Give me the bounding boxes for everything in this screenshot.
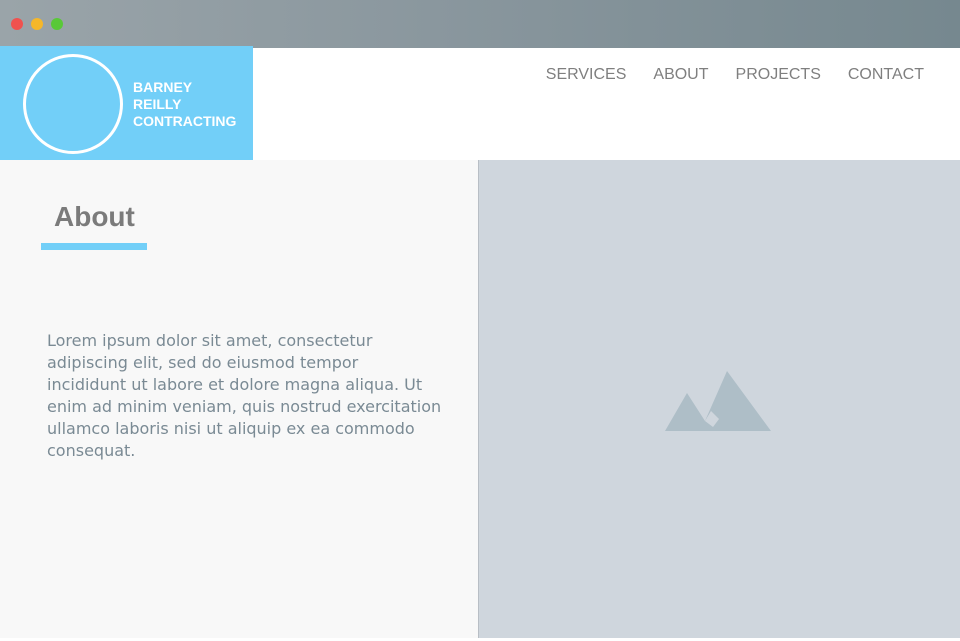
maximize-window-icon[interactable] bbox=[51, 18, 63, 30]
brand-logo[interactable]: BARNEY REILLY CONTRACTING bbox=[0, 46, 253, 162]
image-placeholder bbox=[479, 160, 960, 638]
brand-line-1: BARNEY bbox=[133, 79, 193, 95]
site-header: BARNEY REILLY CONTRACTING SERVICES ABOUT… bbox=[0, 46, 960, 162]
window-titlebar bbox=[0, 0, 960, 48]
brand-line-2: REILLY bbox=[133, 96, 182, 112]
nav-about-link[interactable]: ABOUT bbox=[653, 66, 708, 84]
main-navigation: SERVICES ABOUT PROJECTS CONTACT bbox=[546, 66, 924, 84]
about-body-text: Lorem ipsum dolor sit amet, consectetur … bbox=[47, 331, 442, 460]
browser-window: BARNEY REILLY CONTRACTING SERVICES ABOUT… bbox=[0, 0, 960, 641]
image-placeholder-icon bbox=[665, 371, 771, 431]
about-section: About Lorem ipsum dolor sit amet, consec… bbox=[0, 160, 479, 638]
nav-contact-link[interactable]: CONTACT bbox=[848, 66, 924, 84]
nav-services-link[interactable]: SERVICES bbox=[546, 66, 627, 84]
close-window-icon[interactable] bbox=[11, 18, 23, 30]
brand-line-3: CONTRACTING bbox=[133, 113, 237, 129]
nav-projects-link[interactable]: PROJECTS bbox=[736, 66, 821, 84]
about-heading: About bbox=[54, 201, 135, 232]
logo-circle-icon bbox=[23, 54, 123, 154]
heading-underline bbox=[41, 243, 147, 250]
minimize-window-icon[interactable] bbox=[31, 18, 43, 30]
brand-name: BARNEY REILLY CONTRACTING bbox=[133, 79, 236, 130]
